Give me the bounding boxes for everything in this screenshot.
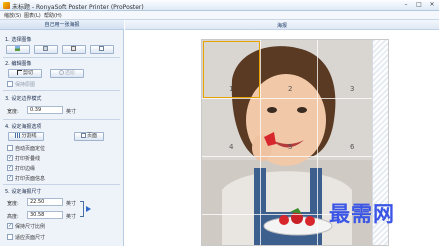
- keep-ratio-checkbox[interactable]: ✓: [7, 223, 13, 229]
- tile-divider: [202, 98, 374, 99]
- tile-number: 5: [288, 143, 293, 151]
- preview-header: 海报: [125, 20, 439, 30]
- print-edges-checkbox[interactable]: ✓: [7, 165, 13, 171]
- scan-image-button[interactable]: [34, 45, 58, 54]
- step4-title: 4. 设定海报选项: [5, 124, 42, 130]
- copy-button[interactable]: [90, 45, 114, 54]
- poster-height-label: 高度:: [7, 214, 19, 220]
- crop-button[interactable]: 剪切: [8, 69, 42, 78]
- poster-width-input[interactable]: 22.50: [27, 198, 63, 206]
- title-bar: 未标题 - RonyaSoft Poster Printer (ProPoste…: [0, 0, 439, 11]
- link-ratio-icon[interactable]: [80, 201, 84, 217]
- auto-position-label: 自动页面定位: [15, 146, 46, 152]
- fold-lines-label: 打印折叠线: [15, 156, 41, 162]
- restore-label: 还原: [64, 70, 75, 76]
- page-setup-label: 页面: [86, 133, 97, 139]
- watermark: 最需网: [329, 202, 395, 226]
- menu-bar: 缩放(S) 图表(L) 帮助(H): [0, 11, 439, 20]
- keep-ratio-label: 保持尺寸比例: [15, 224, 46, 230]
- tile-number: 3: [350, 85, 355, 93]
- menu-chart[interactable]: 图表(L): [24, 12, 41, 19]
- menu-scale[interactable]: 缩放(S): [4, 12, 21, 19]
- crop-icon: [16, 70, 22, 75]
- fit-page-checkbox[interactable]: [7, 234, 13, 240]
- minimize-button[interactable]: –: [400, 1, 412, 9]
- fold-lines-checkbox[interactable]: ✓: [7, 155, 13, 161]
- printer-icon: [71, 46, 76, 51]
- divider: [3, 184, 120, 185]
- fit-page-label: 适应页面尺寸: [15, 235, 46, 241]
- preview-title: 海报: [276, 23, 287, 29]
- margin-width-label: 宽度:: [7, 109, 19, 115]
- menu-help[interactable]: 帮助(H): [44, 12, 62, 19]
- panel-header: 自己用一张海报: [0, 20, 124, 30]
- tile-number: 6: [350, 143, 355, 151]
- tile-number: 4: [229, 143, 234, 151]
- page-info-label: 打印页面信息: [15, 176, 46, 182]
- poster-width-label: 宽度:: [7, 201, 19, 207]
- step3-title: 3. 设定边界模式: [5, 96, 42, 102]
- copy-icon: [99, 46, 104, 51]
- arrow-right-icon: [86, 206, 91, 212]
- grid-icon: [15, 133, 21, 138]
- picture-icon: [15, 46, 20, 51]
- divider: [3, 119, 120, 120]
- divider: [3, 57, 120, 58]
- step1-title: 1. 选择图像: [5, 37, 32, 43]
- wizard-panel: 自己用一张海报 1. 选择图像 2. 编辑图像 剪切 还原 保持原图 3. 设定…: [0, 20, 124, 246]
- close-button[interactable]: ✕: [426, 1, 438, 9]
- tile-number: 2: [288, 85, 293, 93]
- step5-title: 5. 设定海报尺寸: [5, 189, 42, 195]
- step2-title: 2. 编辑图像: [5, 61, 32, 67]
- poster-height-unit: 英寸: [66, 214, 77, 220]
- print-button[interactable]: [62, 45, 86, 54]
- page-icon: [80, 133, 86, 138]
- page-setup-button[interactable]: 页面: [74, 132, 104, 141]
- segment-line-button[interactable]: 分割线: [8, 132, 44, 141]
- crop-label: 剪切: [22, 70, 33, 76]
- poster-height-input[interactable]: 30.58: [27, 211, 63, 219]
- tile-divider: [202, 156, 374, 157]
- margin-unit: 英寸: [66, 109, 77, 115]
- keep-original-checkbox[interactable]: [7, 81, 13, 87]
- divider: [3, 90, 120, 91]
- open-image-button[interactable]: [6, 45, 30, 54]
- segment-line-label: 分割线: [21, 133, 37, 139]
- tile-number: 1: [229, 85, 234, 93]
- undo-icon: [58, 70, 64, 75]
- print-edges-label: 打印边缘: [15, 166, 36, 172]
- scanner-icon: [43, 46, 48, 51]
- window-title: 未标题 - RonyaSoft Poster Printer (ProPoste…: [12, 4, 144, 11]
- app-icon: [3, 2, 10, 9]
- margin-width-input[interactable]: 0.39: [27, 106, 63, 114]
- restore-button[interactable]: 还原: [50, 69, 84, 78]
- auto-position-checkbox[interactable]: [7, 145, 13, 151]
- maximize-button[interactable]: □: [413, 1, 425, 9]
- poster-width-unit: 英寸: [66, 201, 77, 207]
- keep-original-label: 保持原图: [15, 82, 36, 88]
- page-info-checkbox[interactable]: ✓: [7, 175, 13, 181]
